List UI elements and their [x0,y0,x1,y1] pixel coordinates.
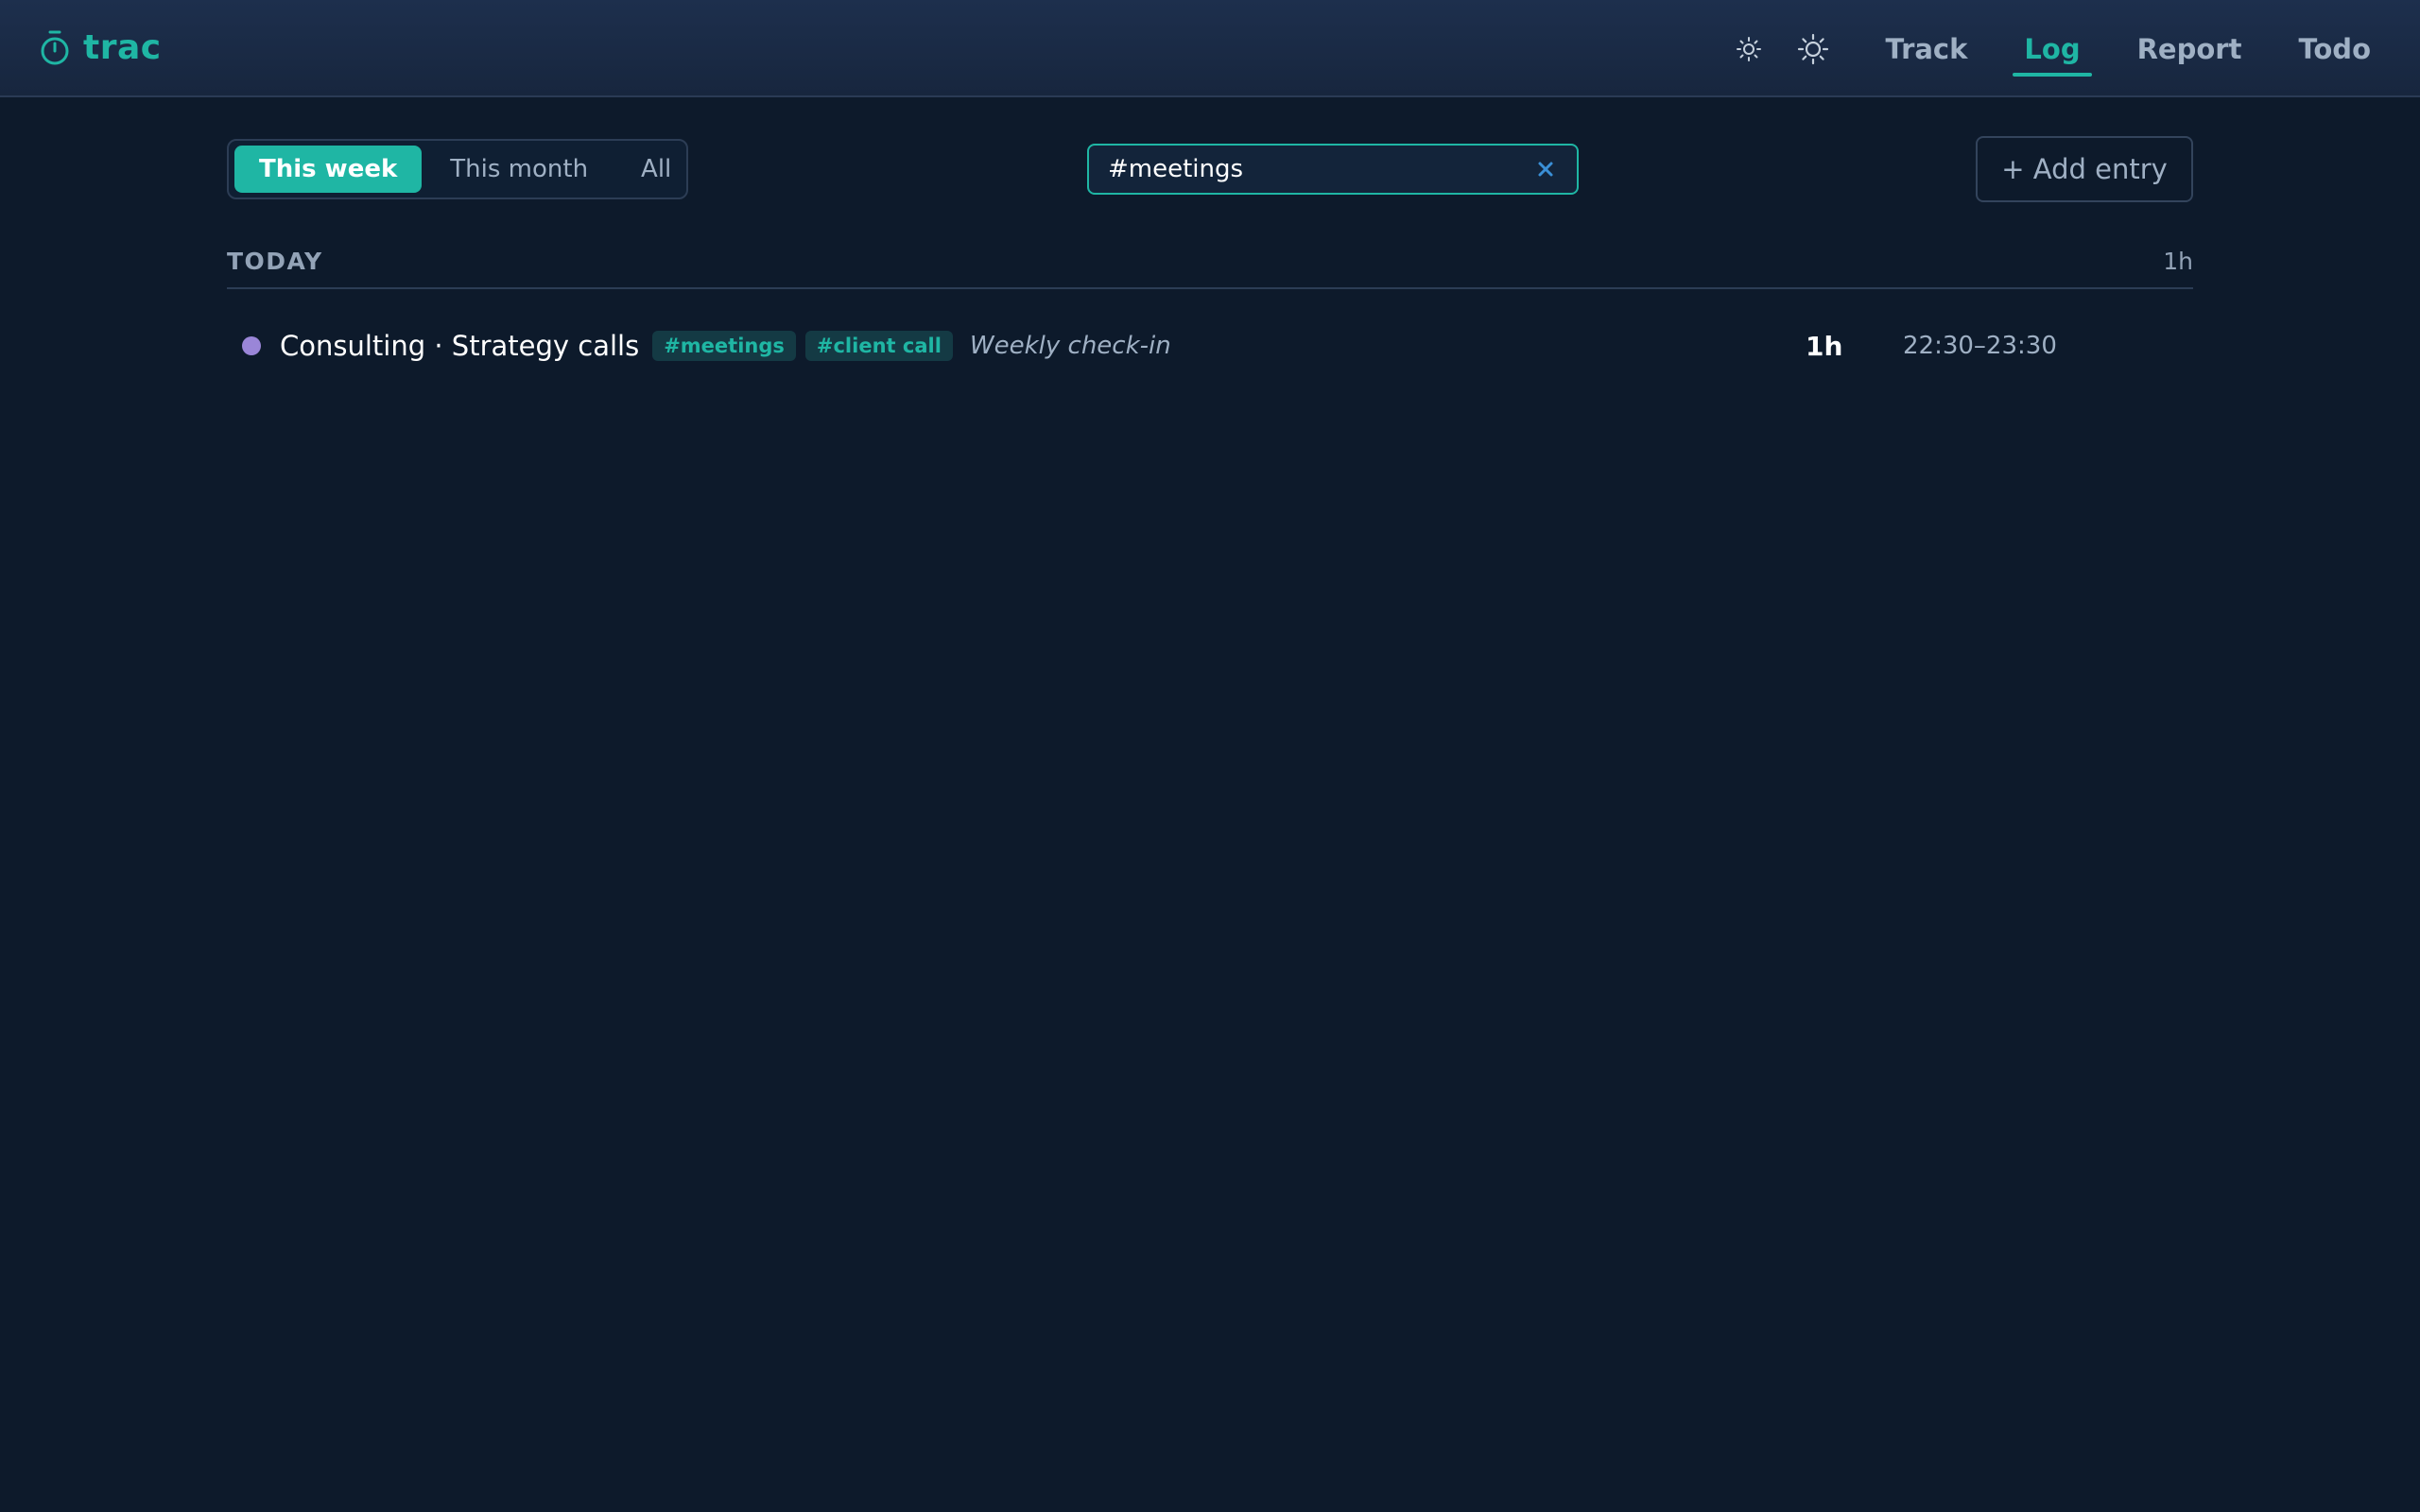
tag-meetings[interactable]: #meetings [652,331,796,361]
day-label: TODAY [227,248,323,275]
tag-client-call[interactable]: #client call [804,331,953,361]
log-entry-row[interactable]: Consulting · Strategy calls #meetings #c… [227,321,2193,370]
day-group-header: TODAY 1h [227,248,2193,289]
stopwatch-icon [38,29,72,67]
brand[interactable]: trac [38,28,162,67]
entry-title: Consulting · Strategy calls [280,330,640,362]
entry-duration: 1h [1806,330,1843,362]
nav-track[interactable]: Track [1874,0,1979,97]
sun-icon[interactable] [1794,30,1832,68]
nav-report[interactable]: Report [2126,0,2254,97]
app-name: trac [83,28,162,67]
close-icon[interactable] [1531,155,1560,183]
main-nav: Track Log Report Todo [1730,0,2382,97]
sun-small-icon[interactable] [1730,30,1768,68]
top-bar: trac Track Log Report Todo [0,0,2420,97]
entry-time-range: 22:30–23:30 [1903,332,2057,360]
range-selector: This week This month All [227,139,688,199]
add-entry-button[interactable]: + Add entry [1976,136,2193,202]
day-total: 1h [2163,248,2193,275]
range-all-button[interactable]: All [616,146,696,193]
range-this-month-button[interactable]: This month [425,146,613,193]
nav-log[interactable]: Log [2013,0,2092,97]
entry-note: Weekly check-in [969,332,1171,360]
project-color-dot [242,336,261,355]
search-input[interactable] [1106,154,1531,184]
nav-todo[interactable]: Todo [2287,0,2382,97]
range-this-week-button[interactable]: This week [234,146,423,193]
search-field [1087,144,1579,195]
